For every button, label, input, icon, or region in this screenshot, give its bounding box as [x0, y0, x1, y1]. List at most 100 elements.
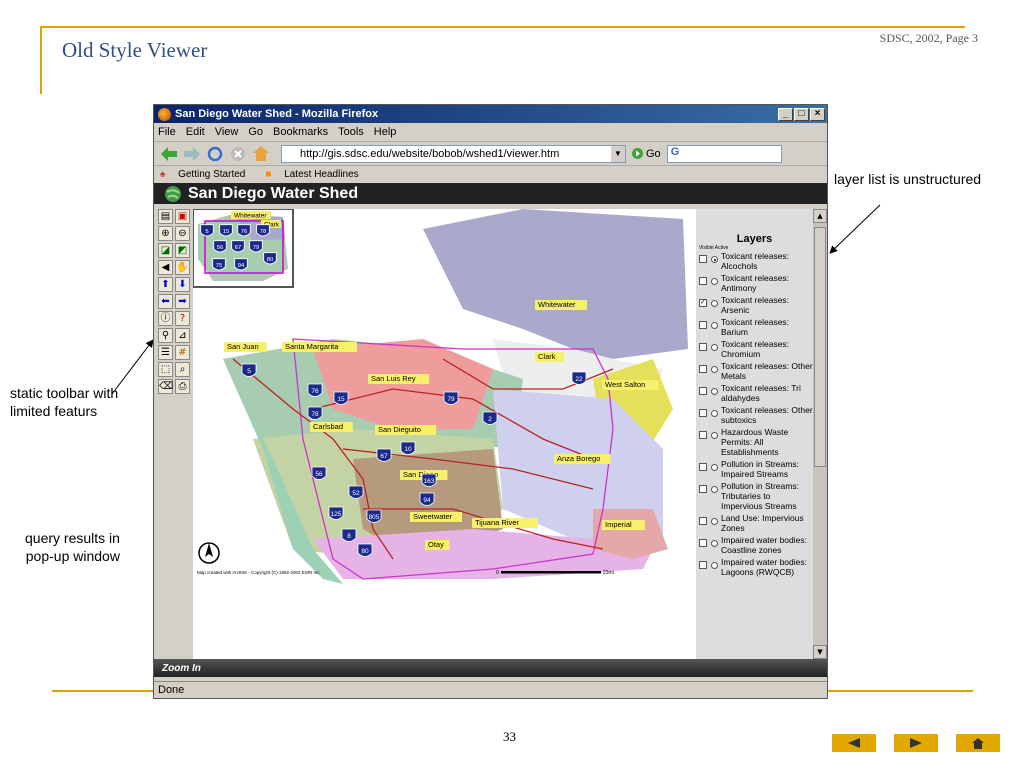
- scale-end: 23mi: [603, 570, 614, 576]
- layer-active-radio[interactable]: [711, 540, 718, 547]
- menu-view[interactable]: View: [215, 126, 239, 138]
- layer-visible-checkbox[interactable]: [699, 517, 707, 525]
- layer-visible-checkbox[interactable]: [699, 561, 707, 569]
- layer-visible-checkbox[interactable]: ✓: [699, 299, 707, 307]
- go-button[interactable]: Go: [632, 148, 661, 160]
- layer-visible-checkbox[interactable]: [699, 463, 707, 471]
- prev-slide-button[interactable]: [832, 734, 876, 752]
- bookmark-getting-started[interactable]: ♠ Getting Started: [160, 169, 255, 180]
- identify-icon[interactable]: ⓘ: [158, 311, 173, 326]
- scroll-up-icon[interactable]: ▲: [813, 209, 827, 223]
- zoom-out-icon[interactable]: ⊖: [175, 226, 190, 241]
- highway-shield-icon: 67: [376, 448, 392, 462]
- zoom-last-icon[interactable]: ◀: [158, 260, 173, 275]
- layer-visible-checkbox[interactable]: [699, 539, 707, 547]
- layer-active-radio[interactable]: [711, 486, 718, 493]
- home-slide-button[interactable]: [956, 734, 1000, 752]
- browser-titlebar[interactable]: San Diego Water Shed - Mozilla Firefox _…: [154, 105, 827, 123]
- select-rectangle-icon[interactable]: ⬚: [158, 362, 173, 377]
- bookmark-latest-headlines[interactable]: ■ Latest Headlines: [265, 169, 368, 180]
- layer-visible-checkbox[interactable]: [699, 277, 707, 285]
- layer-active-radio[interactable]: [711, 432, 718, 439]
- print-icon[interactable]: ⎙: [175, 379, 190, 394]
- layer-visible-checkbox[interactable]: [699, 431, 707, 439]
- maximize-button[interactable]: □: [794, 107, 809, 121]
- pan-right-icon[interactable]: ➡: [175, 294, 190, 309]
- forward-button[interactable]: [183, 146, 201, 162]
- layer-row: Toxicant releases: Antimony: [696, 273, 813, 293]
- highway-shield-icon: 5: [241, 363, 257, 377]
- stop-button[interactable]: [229, 146, 247, 162]
- layer-active-radio[interactable]: [711, 300, 718, 307]
- buffer-icon[interactable]: #: [175, 345, 190, 360]
- layer-active-radio[interactable]: [711, 256, 718, 263]
- stop-icon: [231, 146, 245, 161]
- toggle-overview-icon[interactable]: ▣: [175, 209, 190, 224]
- layer-visible-checkbox[interactable]: [699, 387, 707, 395]
- menu-tools[interactable]: Tools: [338, 126, 364, 138]
- map-canvas[interactable]: Whitewater Clark 5 15 76 7856 67 7975 9480 Whi…: [193, 209, 696, 659]
- back-button[interactable]: [160, 146, 178, 162]
- layer-active-radio[interactable]: [711, 322, 718, 329]
- toggle-legend-icon[interactable]: ▤: [158, 209, 173, 224]
- highway-shield-number: 15: [223, 229, 230, 235]
- layer-visible-checkbox[interactable]: [699, 409, 707, 417]
- query-icon[interactable]: ?: [175, 311, 190, 326]
- url-dropdown-icon[interactable]: ▼: [611, 145, 625, 162]
- menu-bookmarks[interactable]: Bookmarks: [273, 126, 328, 138]
- map-view[interactable]: Whitewater Clark 5 15 76 78 56 67 79 75 94 80 Whi…: [193, 209, 696, 659]
- pan-left-icon[interactable]: ⬅: [158, 294, 173, 309]
- layer-active-radio[interactable]: [711, 278, 718, 285]
- browser-window: San Diego Water Shed - Mozilla Firefox _…: [153, 104, 828, 699]
- layer-visible-checkbox[interactable]: [699, 255, 707, 263]
- menu-edit[interactable]: Edit: [186, 126, 205, 138]
- highway-shield-number: 5: [247, 368, 251, 375]
- layer-active-radio[interactable]: [711, 344, 718, 351]
- close-button[interactable]: ×: [810, 107, 825, 121]
- zoom-full-icon[interactable]: ◪: [158, 243, 173, 258]
- select-shape-icon[interactable]: ⌕: [175, 362, 190, 377]
- layer-visible-checkbox[interactable]: [699, 365, 707, 373]
- layers-scrollbar[interactable]: ▲ ▼: [813, 209, 827, 659]
- menu-help[interactable]: Help: [374, 126, 397, 138]
- overview-map[interactable]: Whitewater Clark 5 15 76 7856 67 7975 9480: [193, 209, 294, 288]
- clear-selection-icon[interactable]: ⌫: [158, 379, 173, 394]
- menu-file[interactable]: File: [158, 126, 176, 138]
- layer-visible-checkbox[interactable]: [699, 321, 707, 329]
- app-title: San Diego Water Shed: [188, 184, 359, 202]
- reload-button[interactable]: [206, 146, 224, 162]
- home-icon: [972, 737, 984, 749]
- layer-visible-checkbox[interactable]: [699, 343, 707, 351]
- scroll-thumb[interactable]: [814, 227, 826, 467]
- layer-active-radio[interactable]: [711, 464, 718, 471]
- home-button[interactable]: [252, 146, 270, 162]
- set-units-icon[interactable]: ☰: [158, 345, 173, 360]
- url-bar[interactable]: http://gis.sdsc.edu/website/bobob/wshed1…: [281, 144, 626, 163]
- layer-active-radio[interactable]: [711, 518, 718, 525]
- search-field[interactable]: G: [666, 144, 782, 163]
- layer-active-radio[interactable]: [711, 388, 718, 395]
- layer-active-radio[interactable]: [711, 410, 718, 417]
- highway-shield-number: 94: [423, 497, 431, 504]
- app-header: San Diego Water Shed: [154, 183, 827, 204]
- next-slide-button[interactable]: [894, 734, 938, 752]
- place-label: Whitewater: [538, 300, 576, 309]
- highway-shield-number: 52: [352, 490, 360, 497]
- highway-shield-number: 56: [217, 245, 224, 251]
- scroll-down-icon[interactable]: ▼: [813, 645, 827, 659]
- measure-icon[interactable]: ⊿: [175, 328, 190, 343]
- zoom-active-icon[interactable]: ◩: [175, 243, 190, 258]
- minimize-button[interactable]: _: [778, 107, 793, 121]
- menu-go[interactable]: Go: [248, 126, 263, 138]
- pan-up-icon[interactable]: ⬆: [158, 277, 173, 292]
- title-accent-stem: [40, 26, 42, 94]
- place-label: San Dieguito: [378, 425, 421, 434]
- find-binoculars-icon[interactable]: ⚲: [158, 328, 173, 343]
- layer-active-radio[interactable]: [711, 366, 718, 373]
- pan-down-icon[interactable]: ⬇: [175, 277, 190, 292]
- highway-shield-icon: 78: [256, 224, 270, 237]
- zoom-in-icon[interactable]: ⊕: [158, 226, 173, 241]
- layer-visible-checkbox[interactable]: [699, 485, 707, 493]
- pan-hand-icon[interactable]: ✋: [175, 260, 190, 275]
- layer-active-radio[interactable]: [711, 562, 718, 569]
